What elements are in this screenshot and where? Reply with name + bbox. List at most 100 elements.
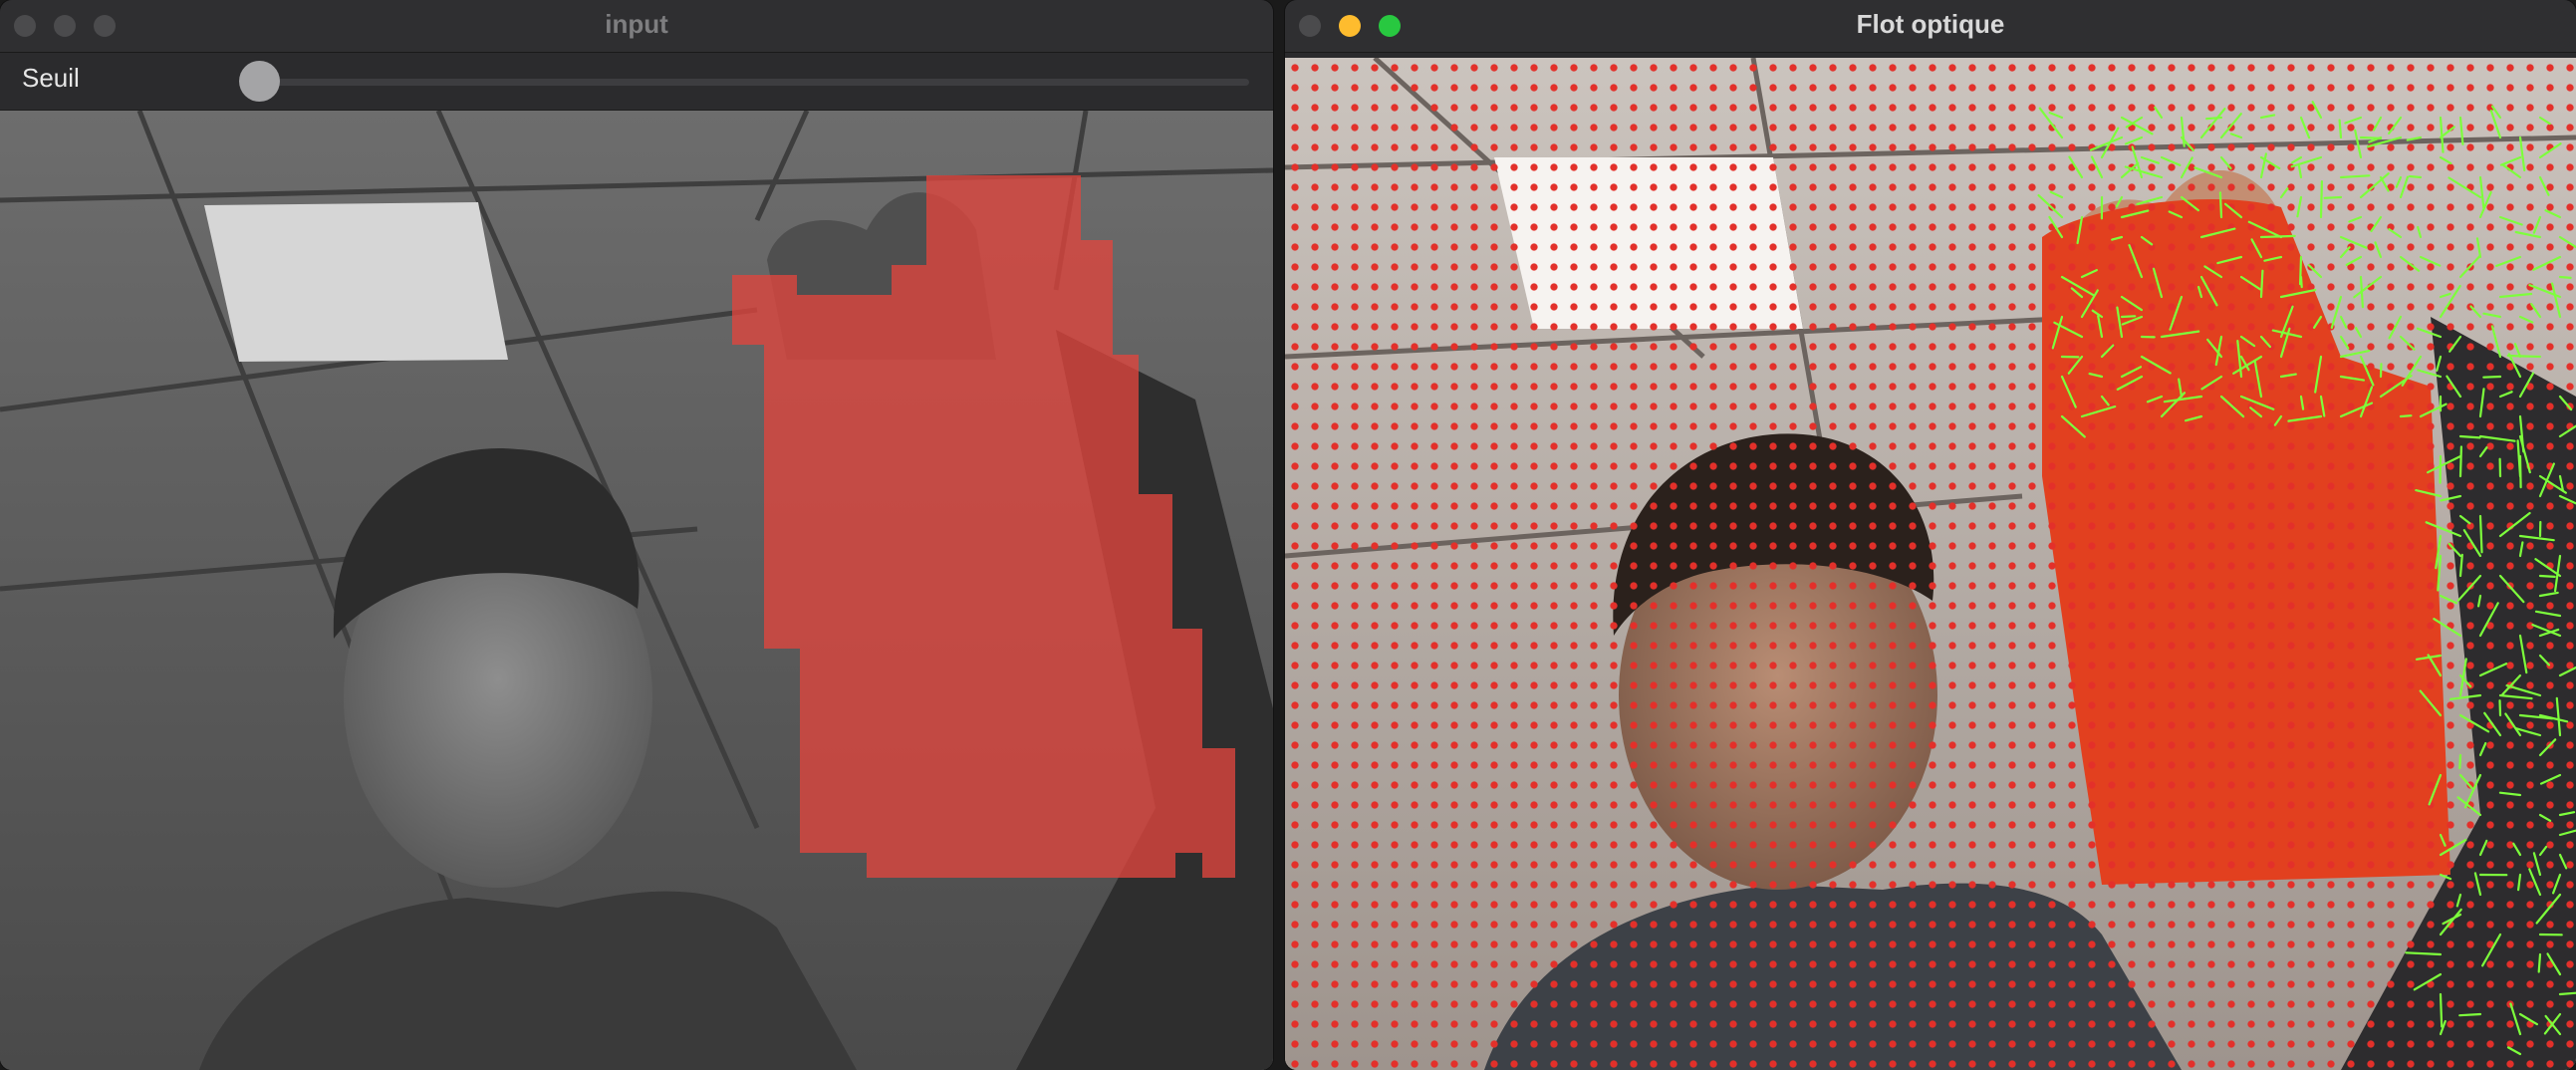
flow-vector-line (2116, 306, 2124, 339)
flow-vector-line (2505, 683, 2542, 697)
flow-vector-line (2416, 327, 2443, 339)
flow-vector-line (2399, 175, 2410, 199)
flow-vector-line (2060, 414, 2086, 438)
flow-vector-line (2439, 873, 2452, 881)
flow-vector-line (2532, 852, 2542, 877)
flow-vector-line (2338, 119, 2343, 139)
threshold-label: Seuil (22, 63, 80, 93)
flow-vector-line (2538, 142, 2562, 159)
flow-vector-line (2455, 893, 2462, 908)
flow-vector-line (2558, 991, 2576, 996)
flow-vector-line (2097, 315, 2104, 339)
flow-vector-line (2506, 354, 2542, 359)
flow-vector-line (2120, 366, 2143, 379)
flow-vector-line (2120, 209, 2150, 219)
flow-vector-line (2478, 741, 2487, 757)
flow-vector-line (2339, 315, 2348, 329)
flow-vector-line (2558, 811, 2576, 817)
flow-vector-line (2498, 693, 2533, 700)
flow-vector-line (2339, 401, 2374, 418)
flow-vector-line (2478, 446, 2488, 458)
flow-vector-line (2297, 164, 2303, 179)
flow-vector-line (2558, 666, 2576, 677)
flow-vector-line (2180, 116, 2186, 147)
flow-vector-line (2163, 395, 2203, 403)
flow-vector-line (2121, 315, 2144, 326)
flow-vector-line (2458, 434, 2481, 439)
flow-vector-line (2415, 489, 2443, 498)
flow-vector-line (2348, 215, 2363, 223)
flow-vector-line (2538, 175, 2550, 196)
flow-vector-line (2428, 773, 2443, 806)
flow-vector-line (2080, 405, 2117, 418)
flow-vector-line (2440, 494, 2462, 502)
flow-vector-line (2037, 194, 2064, 219)
flow-vector-line (2534, 558, 2562, 578)
flow-vector-line (2279, 288, 2317, 299)
flow-vector-line (2458, 753, 2462, 770)
flow-vector-line (2184, 414, 2203, 422)
flow-vector-line (2339, 335, 2350, 350)
flow-vector-line (2419, 402, 2447, 418)
flow-vector-line (2478, 388, 2485, 418)
flow-vector-line (2538, 591, 2559, 598)
flow-vector-line (2339, 235, 2368, 249)
flow-vector-line (2359, 386, 2374, 418)
flow-vector-line (2219, 155, 2232, 170)
flow-vector-line (2506, 1046, 2522, 1056)
flow-vector-line (2426, 454, 2462, 474)
flow-vector-line (2296, 195, 2303, 218)
flow-vector-line (2475, 237, 2482, 259)
flow-vector-line (2140, 355, 2172, 375)
flow-vector-line (2463, 773, 2482, 809)
threshold-toolbar: Seuil (0, 53, 1273, 111)
flow-vector-line (2514, 230, 2542, 239)
flow-vector-line (2498, 215, 2523, 226)
flow-vector-line (2323, 195, 2343, 199)
flow-vector-line (2498, 511, 2531, 538)
flow-vector-line (2250, 238, 2263, 259)
input-titlebar[interactable]: input (0, 0, 1273, 53)
flow-vector-line (2178, 378, 2184, 399)
flow-vector-line (2399, 414, 2413, 418)
flow-vector-line (2448, 693, 2482, 700)
flow-vector-line (2555, 696, 2562, 737)
flow-vector-line (2219, 395, 2245, 418)
flow-vector-line (2193, 166, 2223, 179)
flow-vector-line (2518, 541, 2524, 558)
flow-vector-line (2253, 360, 2263, 399)
flow-vector-line (2124, 135, 2144, 145)
flow-vector-line (2439, 833, 2447, 847)
flow-vector-line (2437, 554, 2443, 592)
flow-vector-line (2439, 908, 2462, 936)
flow-vector-line (2319, 179, 2324, 219)
flow-vector-line (2374, 241, 2383, 259)
flow-vector-line (2180, 195, 2200, 212)
flow-vector-line (2146, 395, 2164, 403)
flow-vector-line (2458, 553, 2463, 578)
threshold-slider-track[interactable] (249, 79, 1249, 86)
flow-vector-line (2299, 116, 2311, 139)
threshold-slider-thumb[interactable] (239, 61, 280, 102)
flow-vector-line (2482, 312, 2502, 319)
flow-vector-line (2169, 295, 2184, 331)
flow-vector-line (2223, 202, 2243, 219)
flow-vector-line (2458, 773, 2473, 790)
flow-vector-line (2388, 116, 2403, 135)
flow-vector-line (2512, 842, 2522, 857)
flow-vector-line (2558, 424, 2576, 438)
flow-vector-line (2538, 654, 2551, 667)
flow-titlebar[interactable]: Flot optique (1285, 0, 2576, 53)
flow-vector-line (2080, 269, 2099, 279)
flow-vector-line (2339, 350, 2371, 359)
flow-vector-line (2498, 791, 2522, 797)
flow-vector-line (2314, 355, 2323, 394)
flow-vector-line (2436, 355, 2443, 372)
flow-vector-line (2120, 315, 2137, 319)
flow-vector-line (2476, 594, 2482, 608)
flow-vector-line (2160, 392, 2187, 418)
flow-vector-line (2478, 839, 2488, 857)
flow-vector-line (2379, 363, 2383, 379)
flow-vector-line (2290, 155, 2323, 168)
flow-vector-line (2408, 174, 2423, 179)
